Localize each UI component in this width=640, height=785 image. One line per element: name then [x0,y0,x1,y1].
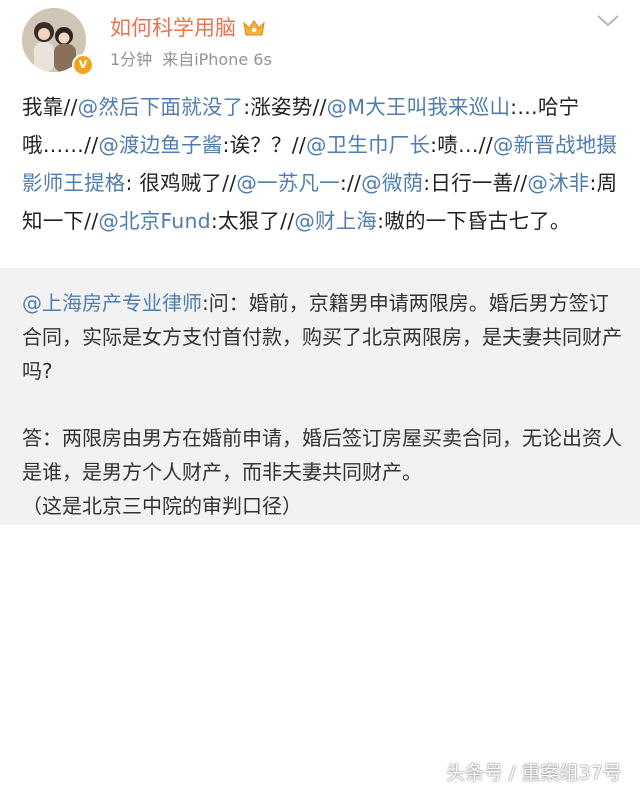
post-text: :嗷的一下昏古七了。 [377,209,571,233]
mention-link[interactable]: @沐非 [527,171,589,195]
post-text: :诶？？// [222,133,306,157]
mention-link[interactable]: @北京Fund [98,209,211,233]
mention-link[interactable]: @M大王叫我来巡山 [327,95,511,119]
post-time: 1分钟 [110,50,153,69]
post-text: :啧…// [430,133,493,157]
mention-link[interactable]: @然后下面就没了 [78,95,244,119]
post-text: 我靠// [22,95,78,119]
post-text: :涨姿势// [243,95,327,119]
watermark: 头条号 / 重案组37号 [446,758,622,785]
mention-link[interactable]: @一苏凡一 [236,171,340,195]
post-header: V 如何科学用脑 1分钟 来自iPhone 6s [0,0,640,82]
mention-link[interactable]: @微荫 [361,171,423,195]
watermark-text: 头条号 / 重案组37号 [446,762,622,784]
crown-icon [242,18,266,36]
post-text: :太狠了// [210,209,295,233]
mention-link[interactable]: @渡边鱼子酱 [98,133,222,157]
post-body: 我靠//@然后下面就没了:涨姿势//@M大王叫我来巡山:…哈宁哦……//@渡边鱼… [22,88,627,240]
post-meta: 1分钟 来自iPhone 6s [110,46,272,70]
quote-note: （这是北京三中院的审判口径） [22,494,302,518]
quote-answer: 答：两限房由男方在婚前申请，婚后签订房屋买卖合同，无论出资人是谁，是男方个人财产… [22,421,622,523]
quote-question: @上海房产专业律师:问：婚前，京籍男申请两限房。婚后男方签订合同，实际是女方支付… [22,286,622,388]
chevron-down-icon[interactable] [596,14,620,28]
quoted-post[interactable]: @上海房产专业律师:问：婚前，京籍男申请两限房。婚后男方签订合同，实际是女方支付… [0,268,640,784]
mention-link[interactable]: @财上海 [294,209,377,233]
post-text: :日行一善// [423,171,528,195]
post-text: : 很鸡贼了// [125,171,237,195]
username[interactable]: 如何科学用脑 [110,12,236,42]
post-text: // [346,171,362,195]
quote-answer-text: 答：两限房由男方在婚前申请，婚后签订房屋买卖合同，无论出资人是谁，是男方个人财产… [22,426,622,484]
verified-badge-icon: V [72,54,94,76]
post-text: : [339,171,347,195]
quote-mention[interactable]: @上海房产专业律师 [22,291,202,315]
mention-link[interactable]: @卫生巾厂长 [306,133,430,157]
post-source: 来自iPhone 6s [162,50,272,69]
